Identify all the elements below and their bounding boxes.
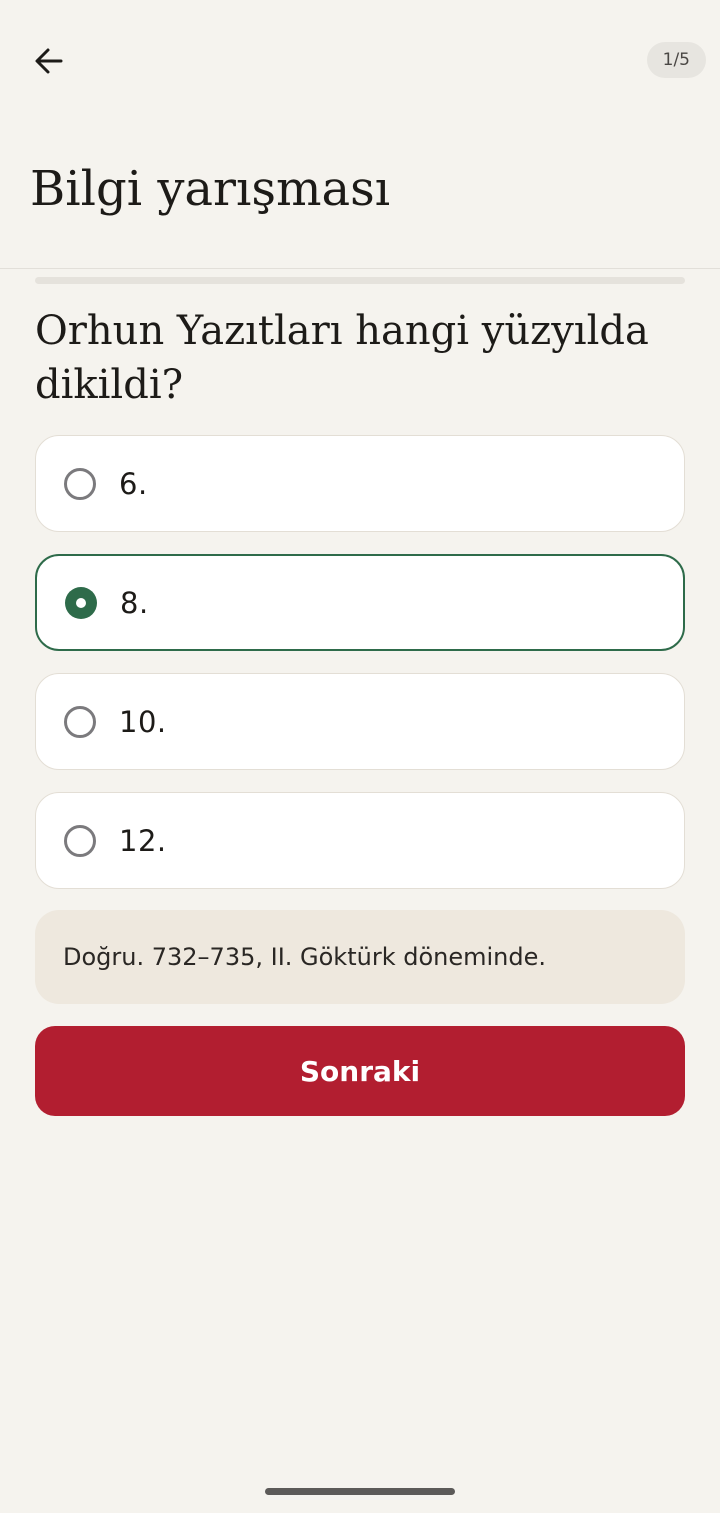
question-progress-badge: 1/5 <box>646 42 706 78</box>
top-bar: 1/5 <box>0 0 720 120</box>
answer-option[interactable]: 10. <box>35 673 685 770</box>
header-divider <box>0 268 720 269</box>
next-button[interactable]: Sonraki <box>35 1026 685 1116</box>
answer-option-label: 6. <box>119 466 148 501</box>
back-button[interactable] <box>24 36 74 86</box>
question-text: Orhun Yazıtları hangi yüzyılda dikildi? <box>35 308 649 408</box>
page-title: Bilgi yarışması <box>30 161 391 217</box>
answer-option[interactable]: 6. <box>35 435 685 532</box>
answer-options: 6. 8. 10. 12. <box>35 435 685 911</box>
answer-option-label: 12. <box>119 823 167 858</box>
radio-button[interactable] <box>64 824 96 857</box>
radio-button[interactable] <box>64 705 96 738</box>
answer-feedback: Doğru. 732–735, II. Göktürk döneminde. <box>35 910 685 1004</box>
answer-option[interactable]: 12. <box>35 792 685 889</box>
radio-button[interactable] <box>65 586 97 619</box>
arrow-left-icon <box>35 48 63 74</box>
answer-option-label: 8. <box>120 585 149 620</box>
quiz-progress-bar <box>35 277 685 284</box>
answer-option[interactable]: 8. <box>35 554 685 651</box>
radio-button[interactable] <box>64 467 96 500</box>
home-indicator[interactable] <box>265 1488 455 1495</box>
answer-option-label: 10. <box>119 704 167 739</box>
